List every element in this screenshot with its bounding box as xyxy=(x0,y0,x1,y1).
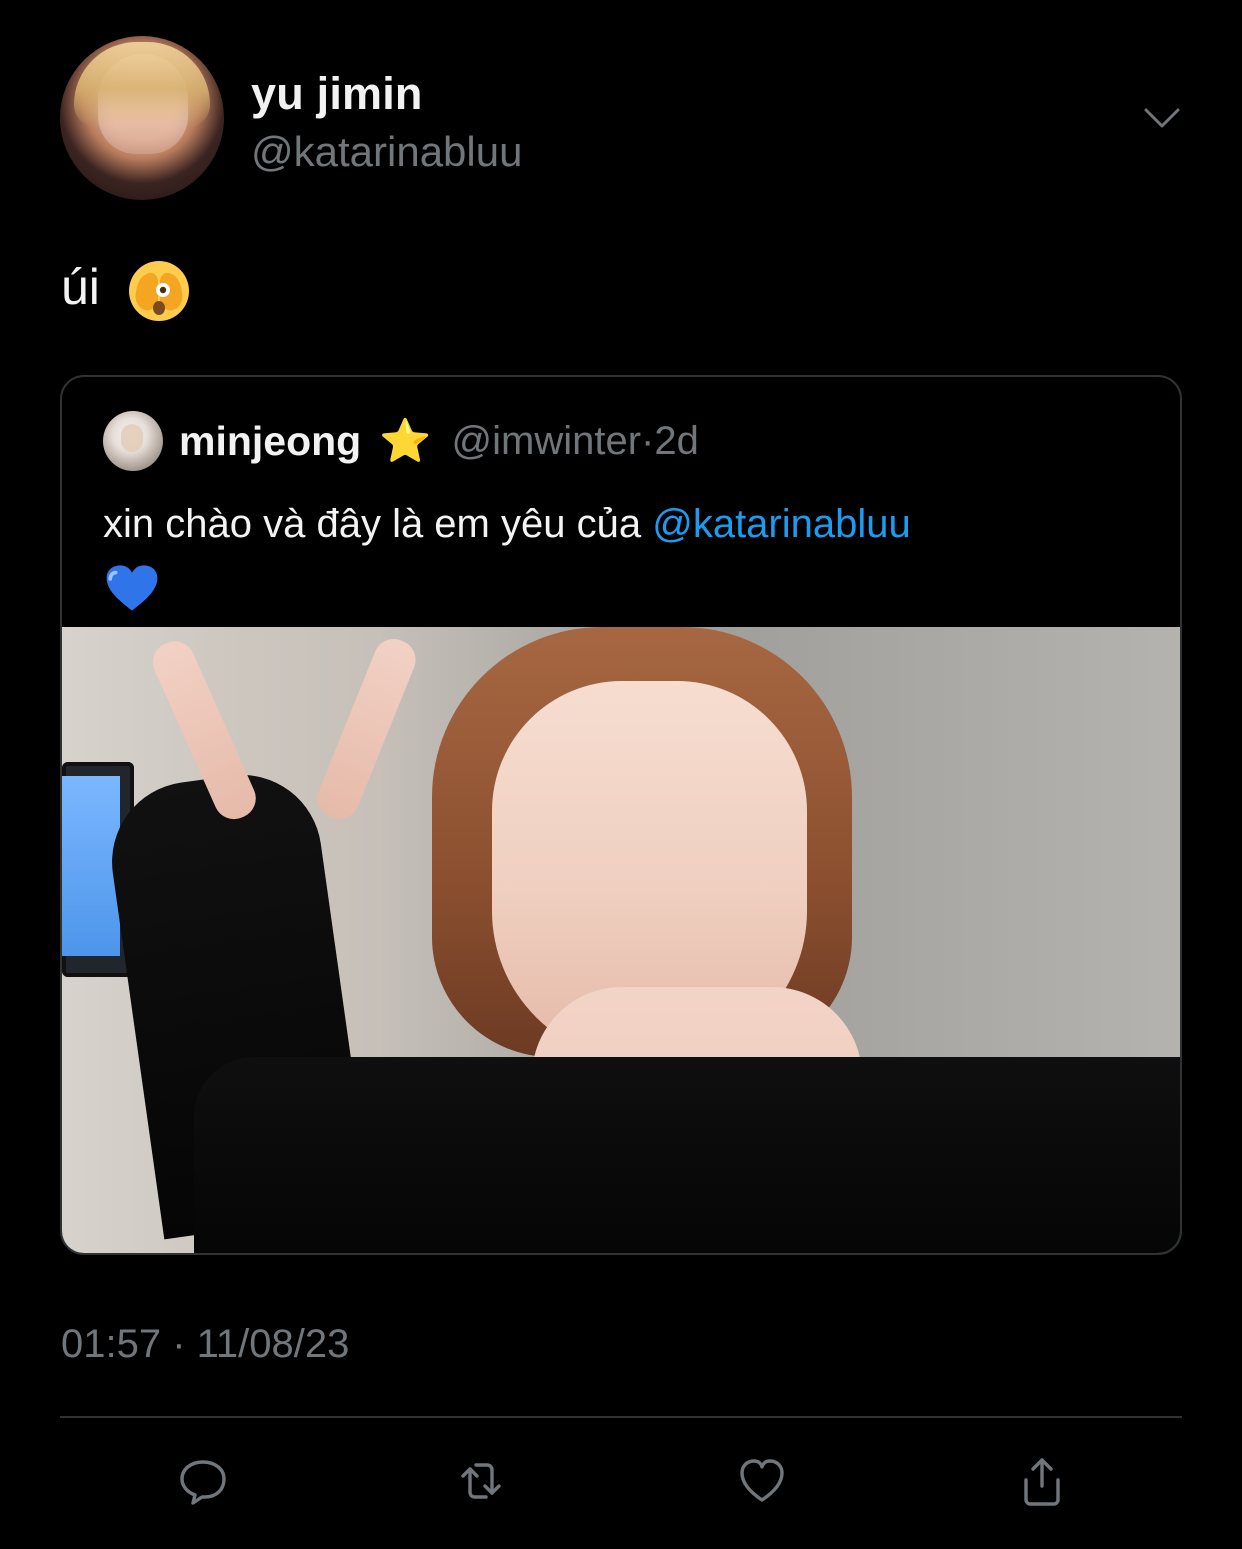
tweet-body: úi xyxy=(61,259,100,315)
quoted-photo[interactable] xyxy=(62,627,1180,1253)
heart-icon xyxy=(740,1459,784,1502)
quoted-tweet-text: xin chào và đây là em yêu của @katarinab… xyxy=(103,493,1143,617)
quoted-tweet-header: minjeong ⭐ @imwinter · 2d xyxy=(103,409,699,473)
display-name[interactable]: yu jimin xyxy=(251,68,423,120)
share-icon xyxy=(1024,1458,1060,1506)
quoted-tweet-card[interactable]: minjeong ⭐ @imwinter · 2d xin chào và đâ… xyxy=(60,375,1182,1255)
reply-button[interactable] xyxy=(170,1448,236,1514)
mention-link[interactable]: @katarinabluu xyxy=(652,502,911,546)
quoted-handle-time: @imwinter · 2d xyxy=(452,419,699,464)
like-button[interactable] xyxy=(729,1448,795,1514)
tweet-text: úi xyxy=(61,252,192,324)
quoted-display-name[interactable]: minjeong xyxy=(179,418,361,465)
tweet-action-bar xyxy=(60,1448,1182,1514)
tweet-timestamp[interactable]: 01:57 · 11/08/23 xyxy=(61,1322,349,1367)
meta-separator: · xyxy=(641,418,655,463)
tweet-header: yu jimin @katarinabluu xyxy=(60,36,1182,202)
retweet-icon xyxy=(461,1463,501,1499)
quoted-handle[interactable]: @imwinter xyxy=(452,419,642,464)
comment-icon xyxy=(180,1460,226,1505)
chevron-down-icon[interactable] xyxy=(1142,106,1182,130)
share-button[interactable] xyxy=(1009,1448,1075,1514)
peace-hand-shape xyxy=(212,627,392,847)
sweater-shape xyxy=(194,1057,1180,1253)
blue-heart-emoji-icon xyxy=(106,565,158,612)
quoted-age: 2d xyxy=(654,418,699,463)
quoted-avatar[interactable] xyxy=(103,411,163,471)
face-peeking-emoji-icon xyxy=(128,260,189,321)
avatar[interactable] xyxy=(60,36,224,200)
retweet-button[interactable] xyxy=(448,1448,514,1514)
divider xyxy=(60,1416,1182,1418)
star-badge-icon: ⭐ xyxy=(379,417,432,464)
quoted-text-prefix: xin chào và đây là em yêu của xyxy=(103,502,642,546)
user-handle[interactable]: @katarinabluu xyxy=(251,128,522,176)
